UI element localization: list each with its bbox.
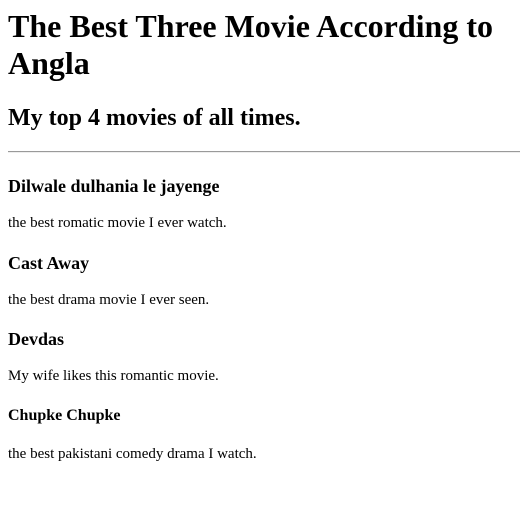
movie-description: My wife likes this romantic movie. xyxy=(8,368,219,384)
movie-title: Devdas xyxy=(8,329,65,349)
movie-item: Chupke Chupke the best pakistani comedy … xyxy=(8,406,520,463)
movie-title: Dilwale dulhania le jayenge xyxy=(8,176,220,196)
movie-description: the best romatic movie I ever watch. xyxy=(8,215,227,231)
movie-item: Devdas My wife likes this romantic movie… xyxy=(8,329,520,385)
page-content: The Best Three Movie According to Angla … xyxy=(0,8,528,463)
movie-description: the best pakistani comedy drama I watch. xyxy=(8,446,257,462)
movie-item: Dilwale dulhania le jayenge the best rom… xyxy=(8,176,520,232)
movie-title: Cast Away xyxy=(8,253,90,273)
divider xyxy=(8,151,520,153)
movie-description: the best drama movie I ever seen. xyxy=(8,292,210,308)
movie-title: Chupke Chupke xyxy=(8,407,121,424)
movie-item: Cast Away the best drama movie I ever se… xyxy=(8,253,520,309)
page-subtitle: My top 4 movies of all times. xyxy=(8,105,301,131)
page-title: The Best Three Movie According to Angla xyxy=(8,8,493,81)
